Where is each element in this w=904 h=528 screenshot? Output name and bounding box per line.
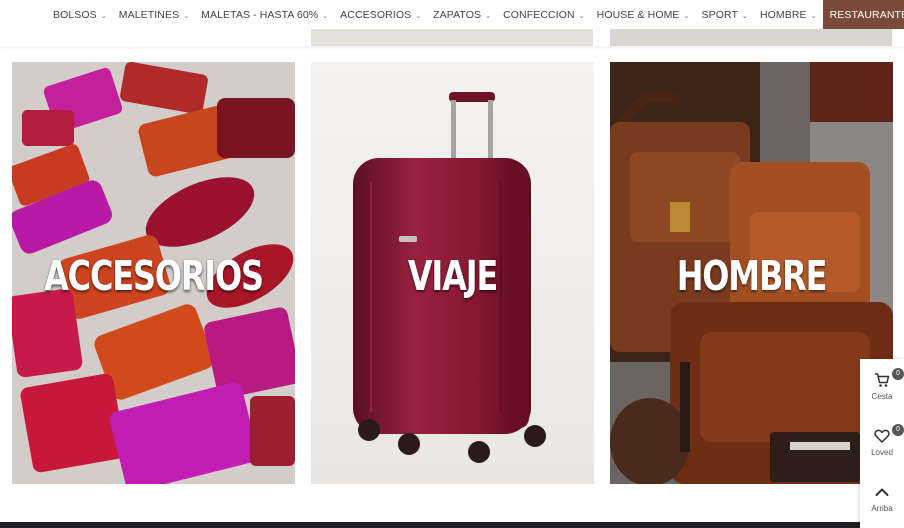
- nav-item-maletas[interactable]: MALETAS - HASTA 60% ⌄: [195, 0, 334, 29]
- banner-title: ACCESORIOS: [44, 252, 264, 300]
- nav-item-sport[interactable]: SPORT ⌄: [696, 0, 754, 29]
- loved-button[interactable]: 0 Loved: [860, 416, 904, 466]
- loved-count-badge: 0: [892, 424, 904, 436]
- banner-viaje[interactable]: VIAJE: [311, 62, 594, 484]
- nav-menu: BOLSOS ⌄ MALETINES ⌄ MALETAS - HASTA 60% ⌄ …: [47, 0, 904, 29]
- nav-item-label: HOMBRE: [759, 8, 807, 21]
- back-to-top-label: Arriba: [871, 504, 893, 513]
- banner-title: HOMBRE: [676, 252, 828, 300]
- cart-icon: [875, 373, 890, 387]
- nav-item-label: BOLSOS: [53, 8, 97, 21]
- chevron-down-icon: ⌄: [742, 12, 748, 20]
- nav-item-confeccion[interactable]: CONFECCION ⌄: [497, 0, 591, 29]
- cart-count-badge: 0: [892, 368, 904, 380]
- nav-item-zapatos[interactable]: ZAPATOS ⌄: [427, 0, 497, 29]
- cart-button[interactable]: 0 Cesta: [860, 360, 904, 410]
- chevron-down-icon: ⌄: [485, 12, 492, 20]
- nav-item-label: RESTAURANTES SB: [829, 8, 904, 21]
- chevron-down-icon: ⌄: [578, 12, 585, 20]
- cart-label: Cesta: [871, 392, 893, 401]
- footer-edge: [0, 522, 904, 528]
- nav-item-hombre[interactable]: HOMBRE ⌄: [754, 0, 823, 29]
- floating-side-widget: 0 Cesta 0 Loved Arriba: [860, 359, 904, 528]
- nav-item-maletines[interactable]: MALETINES ⌄: [113, 0, 195, 29]
- nav-item-label: ACCESORIOS: [340, 8, 412, 21]
- loved-label: Loved: [871, 448, 893, 457]
- banner-hombre[interactable]: HOMBRE: [610, 62, 893, 484]
- nav-item-label: SPORT: [701, 8, 738, 21]
- nav-item-accesorios[interactable]: ACCESORIOS ⌄: [334, 0, 427, 29]
- chevron-up-icon: [875, 488, 889, 496]
- banner-title: VIAJE: [407, 252, 498, 300]
- nav-item-bolsos[interactable]: BOLSOS ⌄: [47, 0, 113, 29]
- chevron-down-icon: ⌄: [100, 12, 107, 20]
- nav-item-label: ZAPATOS: [433, 8, 482, 21]
- main-navigation: BOLSOS ⌄ MALETINES ⌄ MALETAS - HASTA 60% ⌄ …: [0, 0, 904, 46]
- previous-banner-edge: [311, 29, 593, 46]
- heart-icon: [874, 429, 890, 443]
- nav-item-restaurantes-sb[interactable]: RESTAURANTES SB: [822, 0, 904, 29]
- nav-item-label: MALETINES: [118, 8, 180, 21]
- chevron-down-icon: ⌄: [183, 12, 190, 20]
- nav-item-label: MALETAS - HASTA 60%: [201, 8, 319, 21]
- chevron-down-icon: ⌄: [415, 12, 422, 20]
- nav-item-label: HOUSE & HOME: [596, 8, 680, 21]
- nav-item-label: CONFECCION: [503, 8, 575, 21]
- chevron-down-icon: ⌄: [810, 12, 817, 20]
- back-to-top-button[interactable]: Arriba: [860, 472, 904, 522]
- chevron-down-icon: ⌄: [322, 12, 329, 20]
- chevron-down-icon: ⌄: [683, 12, 690, 20]
- banner-accesorios[interactable]: ACCESORIOS: [12, 62, 295, 484]
- previous-banner-edge: [610, 29, 892, 46]
- nav-item-house-home[interactable]: HOUSE & HOME ⌄: [591, 0, 696, 29]
